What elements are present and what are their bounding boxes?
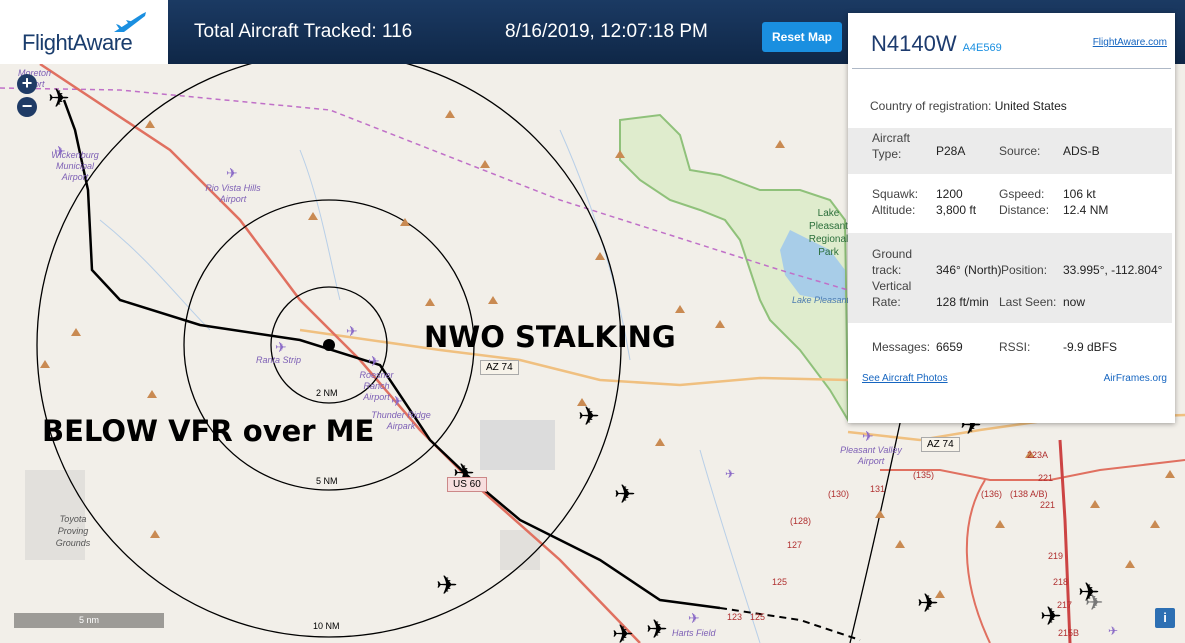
shield-az74-east: AZ 74 xyxy=(921,437,960,452)
position-label: Position: xyxy=(1001,263,1048,277)
squawk-label: Squawk: xyxy=(872,187,919,201)
exit-label: 123 xyxy=(727,612,743,622)
exit-label: 223A xyxy=(1027,450,1049,460)
source-label: Source: xyxy=(999,144,1041,158)
svg-text:✈: ✈ xyxy=(436,570,458,600)
ground-track-value: 346° (North) xyxy=(936,263,1002,277)
svg-text:✈: ✈ xyxy=(346,323,358,339)
place-rio-vista: Rio Vista Hills Airport xyxy=(205,183,261,204)
annotation-below-vfr: BELOW VFR over ME xyxy=(42,414,375,448)
place-roesner: Roesner Ranch Airport xyxy=(359,370,394,402)
svg-text:✈: ✈ xyxy=(725,467,735,481)
svg-text:✈: ✈ xyxy=(612,619,634,643)
svg-text:✈: ✈ xyxy=(688,610,700,626)
svg-text:✈: ✈ xyxy=(275,339,287,355)
exit-label: 221 xyxy=(1040,500,1056,510)
grey-area xyxy=(480,420,555,470)
exit-label: 219 xyxy=(1048,551,1064,561)
exit-label: 131 xyxy=(870,484,886,494)
svg-text:✈: ✈ xyxy=(578,401,600,431)
svg-text:✈: ✈ xyxy=(1108,624,1118,638)
messages-label: Messages: xyxy=(872,340,931,354)
place-lake-pleasant-park: Lake Pleasant Regional Park xyxy=(808,208,849,258)
exit-label: (138 A/B) xyxy=(1010,489,1048,499)
place-wickenburg: Wickenburg Municipal Airport xyxy=(51,150,99,182)
gspeed-value: 106 kt xyxy=(1063,187,1096,201)
svg-text:✈: ✈ xyxy=(646,614,668,643)
gspeed-label: Gspeed: xyxy=(999,187,1045,201)
rssi-label: RSSI: xyxy=(999,340,1031,354)
exit-label: 215B xyxy=(1058,628,1080,638)
position-value: 33.995°, -112.804° xyxy=(1063,263,1163,277)
svg-text:✈: ✈ xyxy=(368,353,380,369)
distance-label: Distance: xyxy=(999,203,1050,217)
svg-text:✈: ✈ xyxy=(614,479,636,509)
timestamp: 8/16/2019, 12:07:18 PM xyxy=(505,21,708,42)
airframes-link[interactable]: AirFrames.org xyxy=(1104,373,1167,384)
altitude-label: Altitude: xyxy=(872,203,916,217)
vertical-rate-label: Vertical Rate: xyxy=(872,279,912,309)
place-harts-field: Harts Field xyxy=(672,628,716,638)
plane-logo-icon xyxy=(114,12,146,32)
exit-label: 217 xyxy=(1057,600,1073,610)
place-pleasant-valley: Pleasant Valley Airport xyxy=(840,445,902,466)
aircraft-info-panel: N4140W A4E569 FlightAware.com Country of … xyxy=(848,13,1175,423)
exit-label: (128) xyxy=(790,516,812,526)
zoom-out-button[interactable]: − xyxy=(17,97,37,117)
ground-track-label: Ground track: xyxy=(872,247,913,277)
aircraft-type-label: Aircraft Type: xyxy=(872,131,911,161)
ring-label-10nm: 10 NM xyxy=(313,621,340,631)
panel-divider xyxy=(852,68,1171,69)
country-row: Country of registration: United States xyxy=(870,99,1067,113)
flightaware-link[interactable]: FlightAware.com xyxy=(1093,37,1167,48)
squawk-value: 1200 xyxy=(936,187,963,201)
place-lake-pleasant: Lake Pleasant xyxy=(792,295,850,305)
exit-label: 127 xyxy=(787,540,803,550)
exit-label: 125 xyxy=(750,612,766,622)
vertical-rate-value: 128 ft/min xyxy=(936,295,989,309)
aircraft-marker-grey: ✈ xyxy=(1085,590,1103,615)
aircraft-registration: N4140W A4E569 xyxy=(871,31,1002,56)
aircraft-photos-link[interactable]: See Aircraft Photos xyxy=(862,373,948,384)
last-seen-value: now xyxy=(1063,295,1086,309)
source-value: ADS-B xyxy=(1063,144,1100,158)
exit-label: 221 xyxy=(1038,473,1054,483)
ring-label-5nm: 5 NM xyxy=(316,476,338,486)
reset-map-button[interactable]: Reset Map xyxy=(762,22,842,52)
distance-value: 12.4 NM xyxy=(1063,203,1109,217)
rssi-value: -9.9 dBFS xyxy=(1063,340,1118,354)
aircraft-type-value: P28A xyxy=(936,144,966,158)
last-seen-label: Last Seen: xyxy=(999,295,1057,309)
receiver-location xyxy=(323,339,335,351)
exit-label: (130) xyxy=(828,489,850,499)
total-aircraft-tracked: Total Aircraft Tracked: 116 xyxy=(194,21,413,42)
place-ranta: Ranta Strip xyxy=(256,355,302,365)
info-button[interactable]: i xyxy=(1155,608,1175,628)
speed-section: Squawk: 1200 Gspeed: 106 kt Altitude: 3,… xyxy=(848,183,1172,235)
exit-label: (136) xyxy=(981,489,1003,499)
shield-az74: AZ 74 xyxy=(480,360,519,375)
messages-section: Messages: 6659 RSSI: -9.9 dBFS xyxy=(848,331,1172,361)
exit-label: 125 xyxy=(772,577,788,587)
svg-text:✈: ✈ xyxy=(917,588,939,618)
svg-text:✈: ✈ xyxy=(226,165,238,181)
scale-bar: 5 nm xyxy=(14,613,164,628)
zoom-in-button[interactable]: + xyxy=(17,74,37,94)
type-section: Aircraft Type: P28A Source: ADS-B xyxy=(848,128,1172,174)
svg-text:✈: ✈ xyxy=(862,428,874,444)
ring-label-2nm: 2 NM xyxy=(316,388,338,398)
annotation-nwo-stalking: NWO STALKING xyxy=(424,320,676,354)
flightaware-logo[interactable]: FlightAware xyxy=(0,0,168,64)
exit-label: 218 xyxy=(1053,577,1069,587)
messages-value: 6659 xyxy=(936,340,963,354)
altitude-value: 3,800 ft xyxy=(936,203,977,217)
exit-label: (135) xyxy=(913,470,935,480)
place-toyota: Toyota Proving Grounds xyxy=(55,514,91,548)
shield-us60: US 60 xyxy=(447,477,487,492)
hex-code: A4E569 xyxy=(962,42,1002,54)
track-section: Ground track: 346° (North) Position: 33.… xyxy=(848,233,1172,323)
